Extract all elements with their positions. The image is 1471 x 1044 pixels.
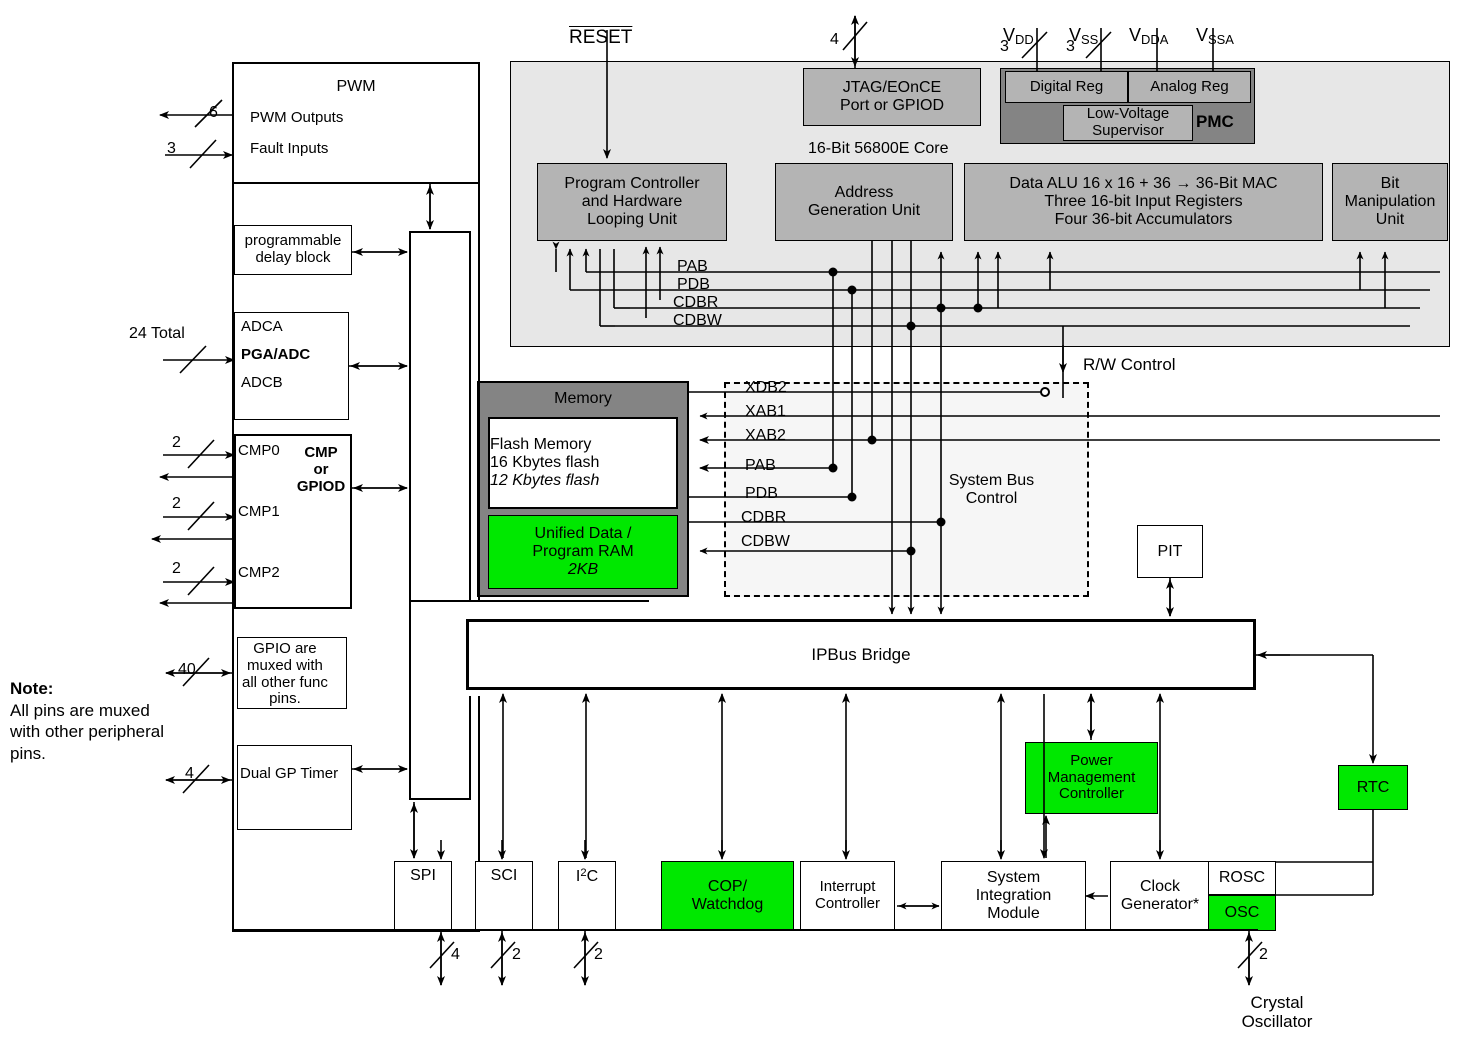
mem-bus-pab-label: PAB — [745, 457, 776, 474]
osc-block: OSC — [1208, 895, 1276, 931]
vdda-pin-label: VDDA — [1129, 25, 1169, 48]
pwm-outputs-label: PWM Outputs — [250, 108, 344, 126]
cmp-or-gpiod-label: CMP or GPIOD — [296, 444, 346, 495]
note-text: Note: All pins are muxed with other peri… — [10, 656, 170, 765]
ram-line-1: Unified Data / — [534, 525, 632, 543]
timer-width-label: 4 — [185, 765, 194, 782]
mem-bus-cdbw-label: CDBW — [741, 533, 790, 550]
core-bus-cdbr-label: CDBR — [673, 294, 719, 311]
system-integration-module-block: System Integration Module — [941, 861, 1086, 931]
i2c-label: I2C — [575, 867, 599, 886]
block-diagram-canvas: 16-Bit 56800E Core JTAG/EOnCE Port or GP… — [0, 0, 1471, 1044]
core-bus-pab-label: PAB — [677, 258, 708, 275]
bit-manipulation-unit-block: Bit Manipulation Unit — [1332, 163, 1448, 241]
interrupt-controller-block: Interrupt Controller — [800, 861, 895, 931]
spi-block: SPI — [394, 861, 452, 931]
rtc-block: RTC — [1338, 765, 1408, 810]
dual-gp-timer-block: Dual GP Timer — [237, 745, 352, 830]
pmc-label: PMC — [1196, 112, 1234, 131]
cop-watchdog-block: COP/ Watchdog — [661, 861, 794, 931]
jtag-eonce-block: JTAG/EOnCE Port or GPIOD — [803, 68, 981, 126]
rosc-block: ROSC — [1208, 861, 1276, 895]
mem-bus-pdb-label: PDB — [745, 485, 778, 502]
cmp2-label: CMP2 — [238, 564, 280, 581]
mem-bus-xab2-label: XAB2 — [745, 427, 786, 444]
clock-generator-block: Clock Generator* — [1110, 861, 1210, 931]
peripheral-bus-bar — [409, 231, 471, 800]
sci-pin-width-label: 2 — [512, 946, 521, 963]
pga-adc-label: PGA/ADC — [241, 345, 311, 363]
pwm-title: PWM — [336, 78, 376, 95]
pit-block: PIT — [1137, 525, 1203, 578]
core-bus-pdb-label: PDB — [677, 276, 710, 293]
osc-pin-width-label: 2 — [1259, 946, 1268, 963]
cmp1-width-label: 2 — [172, 495, 181, 512]
ram-line-2: Program RAM — [532, 543, 634, 561]
digital-reg-block: Digital Reg — [1005, 71, 1128, 103]
flash-line-3: 12 Kbytes flash — [490, 471, 600, 489]
low-voltage-supervisor-block: Low-Voltage Supervisor — [1063, 105, 1193, 141]
cmp2-width-label: 2 — [172, 560, 181, 577]
adca-label: ADCA — [241, 318, 283, 335]
gpio-block: GPIO are muxed with all other func pins. — [237, 637, 347, 709]
spi-pin-width-label: 4 — [451, 946, 460, 963]
cmp0-width-label: 2 — [172, 434, 181, 451]
adcb-label: ADCB — [241, 373, 283, 391]
core-label: 16-Bit 56800E Core — [808, 140, 949, 157]
note-prefix: Note: — [10, 678, 54, 698]
crystal-oscillator-label: Crystal Oscillator — [1241, 993, 1313, 1032]
unified-ram-block: Unified Data / Program RAM 2KB — [488, 515, 678, 589]
vssa-pin-label: VSSA — [1196, 25, 1234, 48]
jtag-width-label: 4 — [830, 31, 839, 48]
analog-reg-block: Analog Reg — [1128, 71, 1251, 103]
i2c-block: I2C — [558, 861, 616, 931]
memory-title: Memory — [554, 390, 612, 407]
power-management-controller-block: Power Management Controller — [1025, 742, 1158, 814]
ipbus-bridge-block: IPBus Bridge — [466, 619, 1256, 690]
mem-bus-xab1-label: XAB1 — [745, 403, 786, 420]
gpio-width-label: 40 — [178, 661, 196, 678]
cmp0-label: CMP0 — [238, 442, 280, 459]
ram-line-3: 2KB — [567, 560, 599, 578]
core-bus-cdbw-label: CDBW — [673, 312, 722, 329]
cmp1-label: CMP1 — [238, 503, 280, 520]
pwm-outputs-width-label: 6 — [209, 104, 218, 121]
note-body: All pins are muxed with other peripheral… — [10, 700, 165, 764]
sci-block: SCI — [475, 861, 533, 931]
flash-line-2: 16 Kbytes flash — [490, 454, 600, 472]
data-alu-block: Data ALU 16 x 16 + 36 → 36-Bit MAC Three… — [964, 163, 1323, 241]
flash-line-1: Flash Memory — [490, 436, 592, 454]
flash-memory-block: Flash Memory 16 Kbytes flash 12 Kbytes f… — [488, 417, 678, 509]
adc-total-label: 24 Total — [129, 325, 185, 342]
pwm-fault-inputs-label: Fault Inputs — [250, 139, 329, 157]
chassis-bottom-rail — [232, 929, 1258, 931]
adc-block: ADCA PGA/ADC ADCB — [234, 312, 349, 420]
pwm-faults-width-label: 3 — [167, 140, 176, 157]
rw-control-label: R/W Control — [1083, 355, 1176, 374]
vss-width-label: 3 — [1066, 38, 1075, 55]
mem-bus-cdbr-label: CDBR — [741, 509, 787, 526]
address-generation-unit-block: Address Generation Unit — [775, 163, 953, 241]
pwm-block: PWM PWM Outputs Fault Inputs — [232, 62, 480, 184]
i2c-pin-width-label: 2 — [594, 946, 603, 963]
programmable-delay-block: programmable delay block — [234, 225, 352, 275]
mem-bus-xdb2-label: XDB2 — [745, 379, 787, 396]
vdd-width-label: 3 — [1000, 38, 1009, 55]
reset-signal-label: RESET — [569, 27, 633, 49]
program-controller-block: Program Controller and Hardware Looping … — [537, 163, 727, 241]
